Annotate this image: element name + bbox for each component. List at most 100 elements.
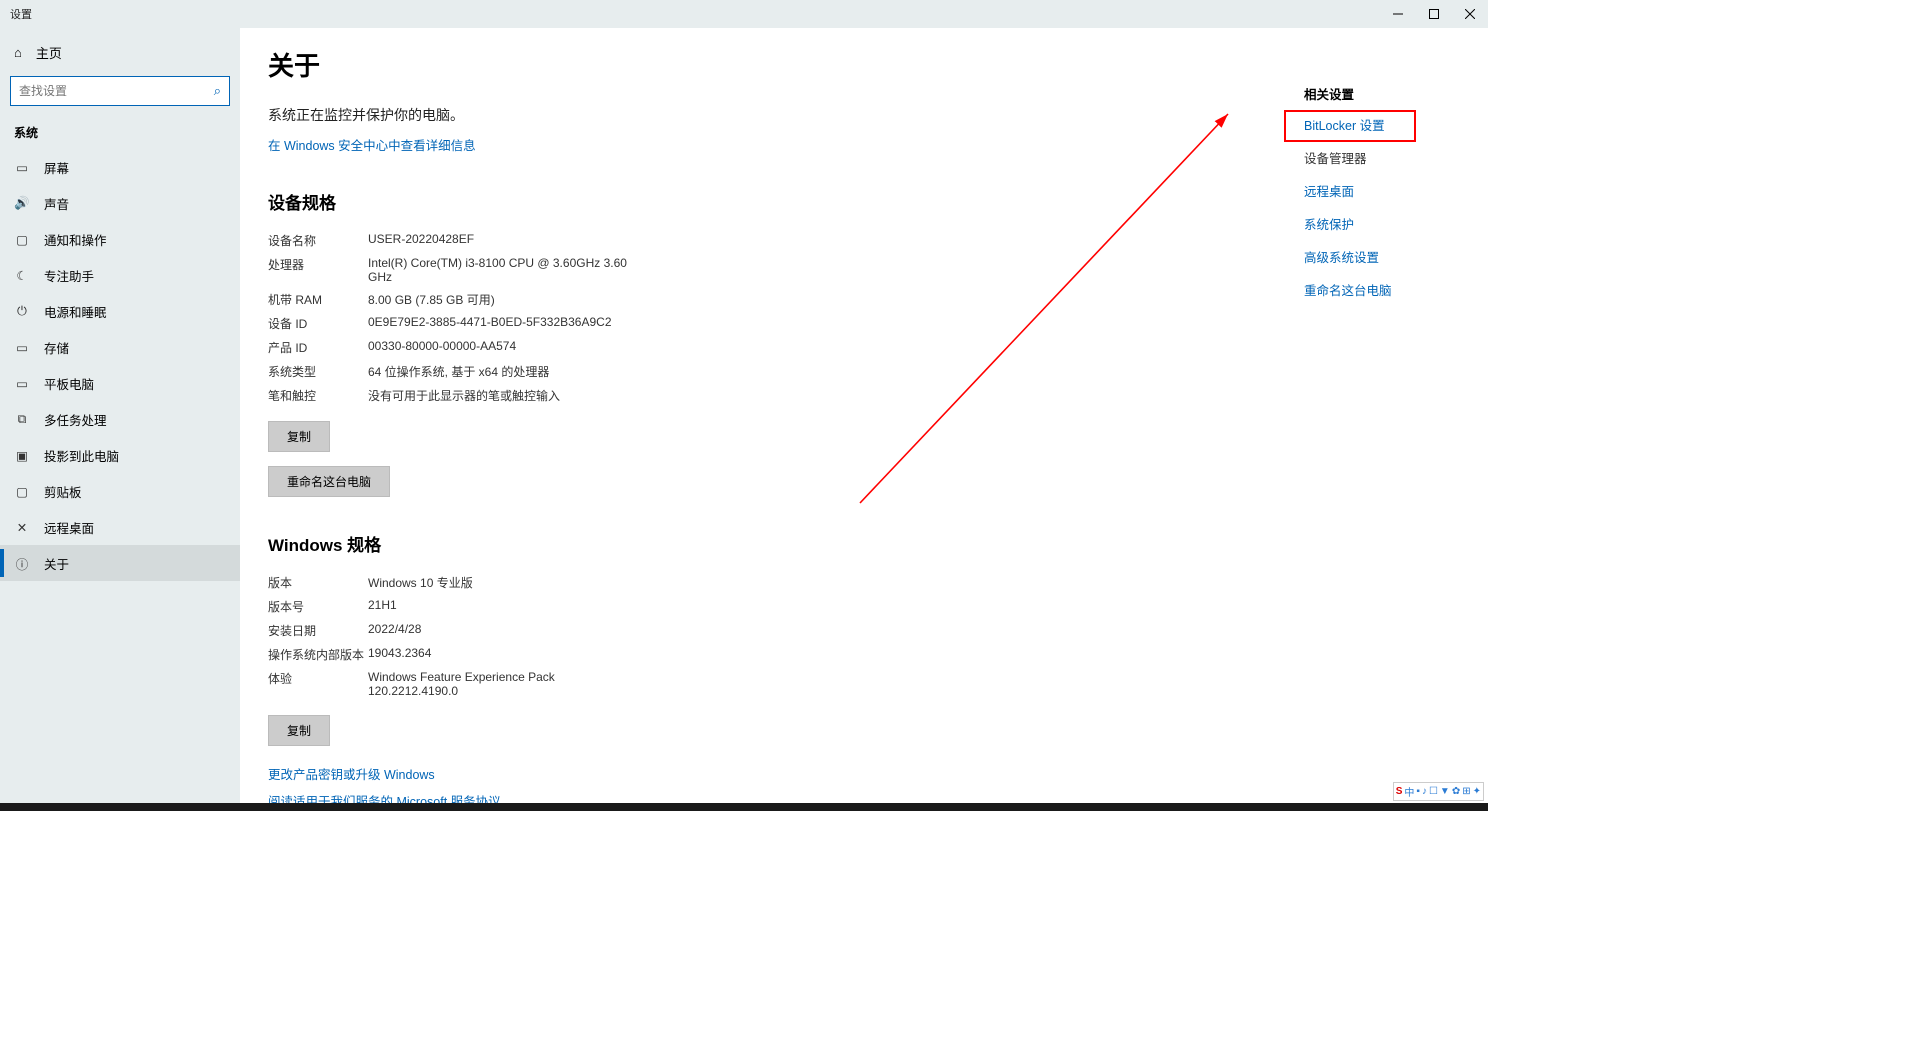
device-spec-heading: 设备规格 xyxy=(268,189,1460,214)
ime-icon: ✿ xyxy=(1452,786,1460,797)
ime-icon: ▪ xyxy=(1416,786,1420,797)
sidebar-item-icon: 🔊 xyxy=(14,196,30,211)
related-link-0[interactable]: BitLocker 设置 xyxy=(1304,115,1464,134)
sidebar-item-label: 投影到此电脑 xyxy=(44,446,119,465)
spec-value: 0E9E79E2-3885-4471-B0ED-5F332B36A9C2 xyxy=(368,315,612,332)
sidebar-item-0[interactable]: ▭ 屏幕 xyxy=(0,149,240,185)
sidebar-item-icon: ▭ xyxy=(14,340,30,355)
sidebar-item-label: 屏幕 xyxy=(44,158,69,177)
sidebar-item-label: 远程桌面 xyxy=(44,518,94,537)
sidebar-item-6[interactable]: ▭ 平板电脑 xyxy=(0,365,240,401)
taskbar[interactable] xyxy=(0,803,1488,811)
sidebar-item-11[interactable]: ⓘ 关于 xyxy=(0,545,240,581)
spec-value: 21H1 xyxy=(368,598,397,615)
rename-pc-button[interactable]: 重命名这台电脑 xyxy=(268,466,390,497)
sidebar-item-label: 平板电脑 xyxy=(44,374,94,393)
sidebar-item-label: 专注助手 xyxy=(44,266,94,285)
ime-indicator[interactable]: S 中 ▪ ♪ ☐ ▼ ✿ ⊞ ✦ xyxy=(1393,782,1484,801)
copy-windows-spec-button[interactable]: 复制 xyxy=(268,715,330,746)
related-link-1[interactable]: 设备管理器 xyxy=(1304,148,1464,167)
sidebar-home[interactable]: ⌂ 主页 xyxy=(0,34,240,70)
spec-key: 产品 ID xyxy=(268,339,368,356)
related-settings-rail: 相关设置 BitLocker 设置设备管理器远程桌面系统保护高级系统设置重命名这… xyxy=(1304,84,1464,313)
copy-device-spec-button[interactable]: 复制 xyxy=(268,421,330,452)
window-title: 设置 xyxy=(0,6,32,22)
spec-key: 操作系统内部版本 xyxy=(268,646,368,663)
spec-key: 设备 ID xyxy=(268,315,368,332)
sidebar-item-1[interactable]: 🔊 声音 xyxy=(0,185,240,221)
related-link-3[interactable]: 系统保护 xyxy=(1304,214,1464,233)
sidebar-item-icon: ▭ xyxy=(14,160,30,175)
spec-row: 安装日期2022/4/28 xyxy=(268,618,1460,642)
sidebar-item-icon: ▢ xyxy=(14,484,30,499)
sidebar-item-label: 存储 xyxy=(44,338,69,357)
spec-value: Windows Feature Experience Pack 120.2212… xyxy=(368,670,638,698)
spec-value: 8.00 GB (7.85 GB 可用) xyxy=(368,291,495,308)
spec-value: 64 位操作系统, 基于 x64 的处理器 xyxy=(368,363,549,380)
spec-value: 19043.2364 xyxy=(368,646,431,663)
sidebar-item-icon: ▣ xyxy=(14,448,30,463)
main-content: 关于 系统正在监控并保护你的电脑。 在 Windows 安全中心中查看详细信息 … xyxy=(240,28,1488,811)
search-icon: ⌕ xyxy=(214,83,221,99)
sidebar-item-icon: ⏻ xyxy=(14,304,30,319)
spec-key: 版本号 xyxy=(268,598,368,615)
sidebar-item-9[interactable]: ▢ 剪贴板 xyxy=(0,473,240,509)
sidebar-item-label: 声音 xyxy=(44,194,69,213)
spec-row: 设备名称USER-20220428EF xyxy=(268,228,1460,252)
related-link-5[interactable]: 重命名这台电脑 xyxy=(1304,280,1464,299)
search-input-wrap[interactable]: ⌕ xyxy=(10,76,230,106)
sidebar-item-label: 多任务处理 xyxy=(44,410,107,429)
bottom-link[interactable]: 更改产品密钥或升级 Windows xyxy=(268,764,1460,783)
sidebar-item-7[interactable]: ⧉多任务处理 xyxy=(0,401,240,437)
sidebar-item-5[interactable]: ▭ 存储 xyxy=(0,329,240,365)
security-center-link[interactable]: 在 Windows 安全中心中查看详细信息 xyxy=(268,135,476,154)
home-icon: ⌂ xyxy=(14,45,22,60)
sidebar-item-icon: ▢ xyxy=(14,232,30,247)
sidebar-item-label: 剪贴板 xyxy=(44,482,82,501)
spec-row: 体验Windows Feature Experience Pack 120.22… xyxy=(268,666,1460,701)
spec-value: 没有可用于此显示器的笔或触控输入 xyxy=(368,387,560,404)
ime-lang: 中 xyxy=(1404,784,1414,799)
ime-icon: ✦ xyxy=(1473,786,1481,797)
ime-icon: ▼ xyxy=(1440,786,1450,797)
spec-key: 笔和触控 xyxy=(268,387,368,404)
sidebar-item-icon: ▭ xyxy=(14,376,30,391)
windows-spec-heading: Windows 规格 xyxy=(268,531,1460,556)
sidebar-item-2[interactable]: ▢ 通知和操作 xyxy=(0,221,240,257)
sidebar-item-10[interactable]: ✕ 远程桌面 xyxy=(0,509,240,545)
spec-row: 设备 ID0E9E79E2-3885-4471-B0ED-5F332B36A9C… xyxy=(268,311,1460,335)
protection-status: 系统正在监控并保护你的电脑。 xyxy=(268,105,1460,125)
ime-icon: ⊞ xyxy=(1462,786,1470,797)
spec-value: 00330-80000-00000-AA574 xyxy=(368,339,516,356)
spec-row: 版本号21H1 xyxy=(268,594,1460,618)
sidebar-home-label: 主页 xyxy=(36,43,62,62)
search-input[interactable] xyxy=(19,84,214,98)
spec-key: 体验 xyxy=(268,670,368,698)
close-button[interactable] xyxy=(1452,0,1488,28)
spec-value: Windows 10 专业版 xyxy=(368,574,473,591)
spec-row: 版本Windows 10 专业版 xyxy=(268,570,1460,594)
spec-row: 笔和触控没有可用于此显示器的笔或触控输入 xyxy=(268,383,1460,407)
maximize-button[interactable] xyxy=(1416,0,1452,28)
sidebar-item-3[interactable]: ☾专注助手 xyxy=(0,257,240,293)
sidebar-item-label: 关于 xyxy=(44,554,69,573)
spec-key: 系统类型 xyxy=(268,363,368,380)
spec-row: 机带 RAM8.00 GB (7.85 GB 可用) xyxy=(268,287,1460,311)
spec-key: 处理器 xyxy=(268,256,368,284)
spec-key: 机带 RAM xyxy=(268,291,368,308)
sidebar-item-8[interactable]: ▣ 投影到此电脑 xyxy=(0,437,240,473)
sidebar-item-icon: ⓘ xyxy=(14,554,30,573)
sidebar-item-label: 电源和睡眠 xyxy=(44,302,107,321)
sidebar-item-label: 通知和操作 xyxy=(44,230,107,249)
titlebar: 设置 xyxy=(0,0,1488,28)
spec-row: 操作系统内部版本19043.2364 xyxy=(268,642,1460,666)
related-settings-heading: 相关设置 xyxy=(1304,84,1464,103)
spec-row: 处理器Intel(R) Core(TM) i3-8100 CPU @ 3.60G… xyxy=(268,252,1460,287)
ime-icon: ☐ xyxy=(1429,786,1438,797)
sidebar-item-4[interactable]: ⏻ 电源和睡眠 xyxy=(0,293,240,329)
spec-value: 2022/4/28 xyxy=(368,622,421,639)
minimize-button[interactable] xyxy=(1380,0,1416,28)
related-link-2[interactable]: 远程桌面 xyxy=(1304,181,1464,200)
sidebar-item-icon: ✕ xyxy=(14,520,30,535)
related-link-4[interactable]: 高级系统设置 xyxy=(1304,247,1464,266)
